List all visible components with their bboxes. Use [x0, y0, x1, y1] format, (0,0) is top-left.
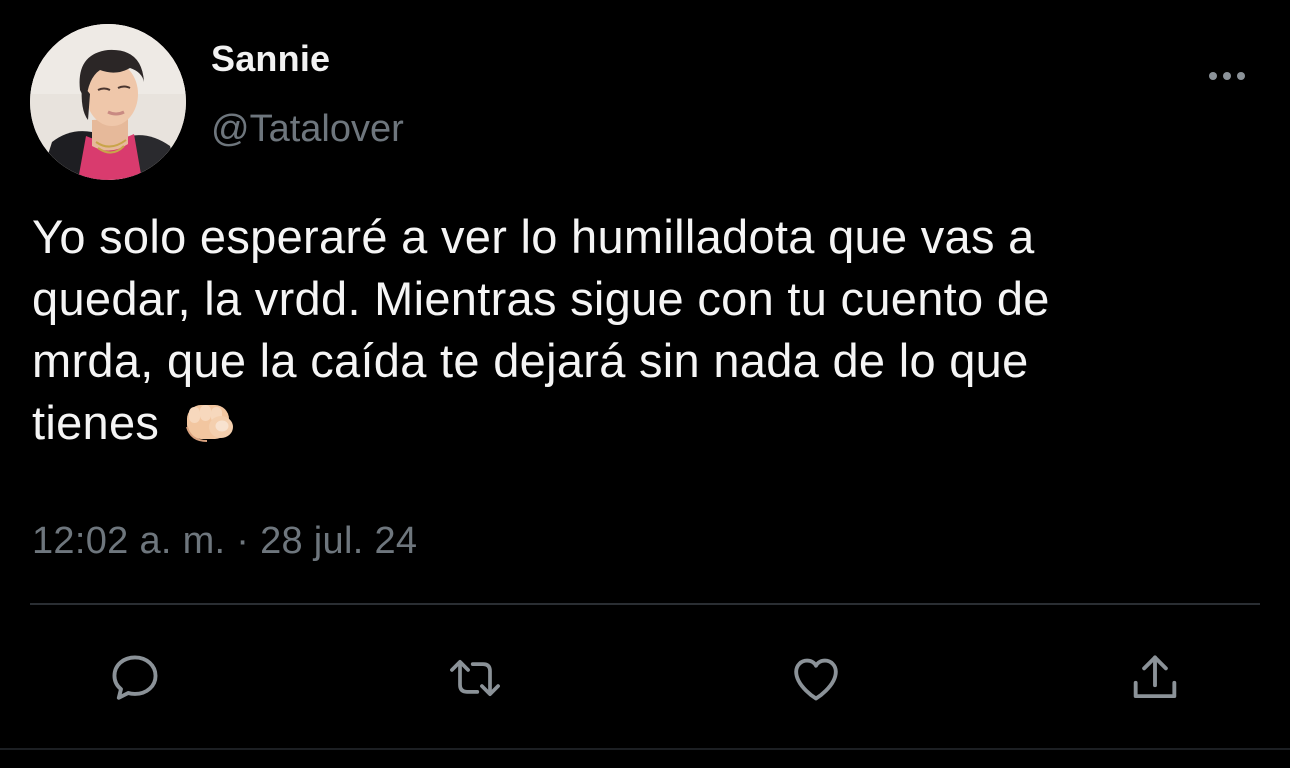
reply-button[interactable]	[105, 648, 165, 708]
divider	[30, 603, 1260, 605]
share-icon	[1133, 655, 1177, 699]
tweet-text-line: Yo solo esperaré a ver lo humilladota qu…	[32, 210, 1035, 263]
avatar[interactable]	[30, 24, 186, 180]
tweet-text: Yo solo esperaré a ver lo humilladota qu…	[32, 206, 1272, 460]
avatar-image	[30, 24, 186, 180]
pointing-hand-emoji-icon	[183, 397, 239, 460]
reply-icon	[112, 655, 158, 700]
tweet-text-last-words: tienes	[32, 396, 160, 449]
tweet-text-line: mrda, que la caída te dejará sin nada de…	[32, 334, 1029, 387]
bottom-divider	[0, 748, 1290, 750]
more-icon	[1209, 72, 1245, 80]
like-button[interactable]	[786, 648, 846, 708]
retweet-icon	[450, 660, 500, 696]
user-handle[interactable]: @Tatalover	[211, 108, 404, 151]
share-button[interactable]	[1125, 648, 1185, 708]
display-name[interactable]: Sannie	[211, 38, 330, 80]
more-options-button[interactable]	[1200, 56, 1256, 96]
tweet-text-line-last: tienes	[32, 392, 1272, 460]
tweet-timestamp[interactable]: 12:02 a. m. · 28 jul. 24	[32, 520, 417, 563]
retweet-button[interactable]	[445, 648, 505, 708]
tweet-text-line: quedar, la vrdd. Mientras sigue con tu c…	[32, 272, 1050, 325]
like-icon	[794, 658, 838, 701]
tweet: Sannie @Tatalover Yo solo esperaré a ver…	[0, 0, 1290, 768]
